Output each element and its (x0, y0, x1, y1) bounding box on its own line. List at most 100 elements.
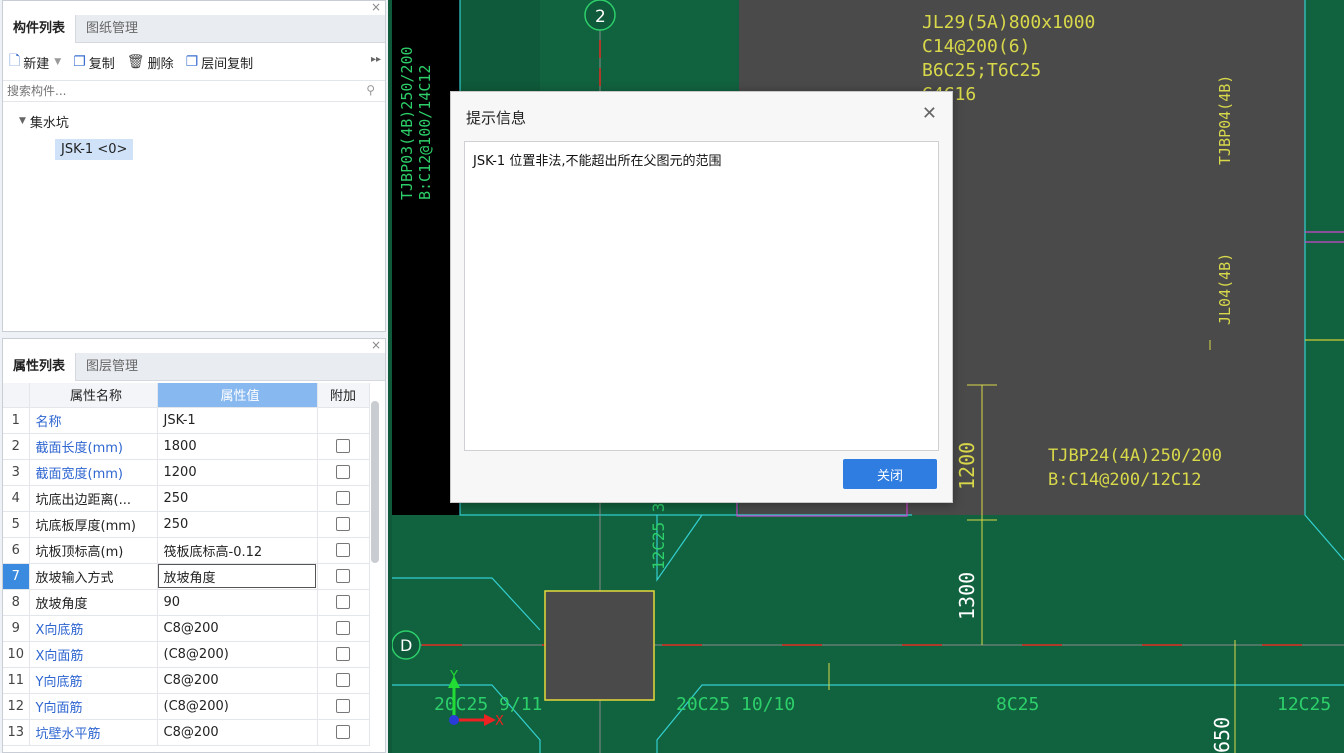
extra-checkbox[interactable] (336, 673, 350, 687)
property-value[interactable]: 250 (157, 485, 318, 512)
beam-label-left-1: TJBP03(4B)250/200 (398, 46, 416, 200)
search-icon[interactable]: ⚲ (366, 83, 375, 97)
extra-checkbox[interactable] (336, 647, 350, 661)
component-list-panel: × 构件列表 图纸管理 🗋 新建 ▼ ❐ 复制 🗑 删除 ❐ 层间复制 ▸▸ 搜… (2, 0, 386, 332)
row-index: 12 (3, 693, 30, 720)
beam-label-tjbp24: TJBP24(4A)250/200 (1048, 446, 1222, 466)
tab-drawing-management[interactable]: 图纸管理 (76, 15, 148, 43)
extra-cell (317, 693, 370, 720)
extra-cell (317, 407, 370, 434)
sump-pit-jsk1[interactable] (544, 590, 655, 701)
property-name: X向面筋 (29, 641, 158, 668)
property-name: 放坡角度 (29, 589, 158, 616)
rebar-label-vertical: 12C25 3 (649, 503, 668, 570)
property-row[interactable]: 8 放坡角度 90 (3, 589, 370, 616)
tab-component-list[interactable]: 构件列表 (3, 15, 77, 43)
property-row[interactable]: 6 坑板顶标高(m) 筏板底标高-0.12 (3, 537, 370, 564)
property-value[interactable]: 放坡角度 (157, 563, 318, 590)
beam-label-rebar: B6C25;T6C25 (922, 60, 1041, 81)
property-name: 坑板顶标高(m) (29, 537, 158, 564)
property-row[interactable]: 5 坑底板厚度(mm) 250 (3, 511, 370, 538)
tree-group-sump[interactable]: ▼ 集水坑 (3, 109, 385, 133)
property-row[interactable]: 9 X向底筋 C8@200 (3, 615, 370, 642)
component-toolbar: 🗋 新建 ▼ ❐ 复制 🗑 删除 ❐ 层间复制 ▸▸ (3, 45, 385, 79)
property-name: 截面宽度(mm) (29, 459, 158, 486)
property-row[interactable]: 13 坑壁水平筋 C8@200 (3, 719, 370, 746)
copy-button-label: 复制 (88, 56, 115, 72)
row-index: 6 (3, 537, 30, 564)
property-row[interactable]: 3 截面宽度(mm) 1200 (3, 459, 370, 486)
row-index: 10 (3, 641, 30, 668)
tab-property-list[interactable]: 属性列表 (3, 353, 77, 381)
more-tools-icon[interactable]: ▸▸ (371, 54, 381, 65)
search-input[interactable] (3, 81, 343, 101)
extra-cell (317, 511, 370, 538)
extra-checkbox[interactable] (336, 491, 350, 505)
row-index: 1 (3, 407, 30, 434)
property-value[interactable]: C8@200 (157, 667, 318, 694)
property-value[interactable]: 筏板底标高-0.12 (157, 537, 318, 564)
extra-checkbox[interactable] (336, 621, 350, 635)
property-name: 名称 (29, 407, 158, 434)
extra-cell (317, 537, 370, 564)
extra-cell (317, 615, 370, 642)
beam-label-left-2: B:C12@100/14C12 (416, 65, 434, 200)
header-index (3, 383, 30, 408)
row-index: 5 (3, 511, 30, 538)
copy-button[interactable]: ❐ 复制 (73, 53, 115, 72)
property-row[interactable]: 12 Y向面筋 (C8@200) (3, 693, 370, 720)
dialog-close-button[interactable]: 关闭 (843, 459, 937, 489)
property-value[interactable]: (C8@200) (157, 693, 318, 720)
property-scrollbar[interactable] (371, 401, 379, 563)
property-name: X向底筋 (29, 615, 158, 642)
property-value[interactable]: 90 (157, 589, 318, 616)
tree-item-jsk1[interactable]: JSK-1 <0> (55, 139, 134, 160)
extra-checkbox[interactable] (336, 725, 350, 739)
panel-close-icon[interactable]: × (371, 339, 381, 352)
new-button[interactable]: 🗋 新建 ▼ (9, 50, 61, 74)
property-value[interactable]: JSK-1 (157, 407, 318, 434)
header-extra: 附加 (317, 383, 370, 408)
property-row[interactable]: 10 X向面筋 (C8@200) (3, 641, 370, 668)
extra-checkbox[interactable] (336, 439, 350, 453)
caret-down-icon[interactable]: ▼ (19, 116, 26, 126)
delete-button[interactable]: 🗑 删除 (127, 53, 174, 72)
extra-checkbox[interactable] (336, 465, 350, 479)
beam-label-tjbp24-rebar: B:C14@200/12C12 (1048, 470, 1202, 490)
property-value[interactable]: C8@200 (157, 615, 318, 642)
tab-layer-management[interactable]: 图层管理 (76, 353, 148, 381)
property-value[interactable]: 250 (157, 511, 318, 538)
property-name: 坑底板厚度(mm) (29, 511, 158, 538)
message-dialog: 提示信息 ✕ JSK-1 位置非法,不能超出所在父图元的范围 关闭 (450, 91, 953, 503)
floor-copy-button[interactable]: ❐ 层间复制 (186, 53, 254, 72)
row-index: 4 (3, 485, 30, 512)
trash-icon: 🗑 (126, 54, 145, 70)
extra-checkbox[interactable] (336, 543, 350, 557)
row-index: 2 (3, 433, 30, 460)
property-value[interactable]: (C8@200) (157, 641, 318, 668)
property-value[interactable]: C8@200 (157, 719, 318, 746)
chevron-down-icon[interactable]: ▼ (54, 57, 61, 67)
header-property-name: 属性名称 (29, 383, 158, 408)
row-index: 8 (3, 589, 30, 616)
property-value[interactable]: 1200 (157, 459, 318, 486)
extra-checkbox[interactable] (336, 569, 350, 583)
property-row[interactable]: 1 名称 JSK-1 (3, 407, 370, 434)
property-value[interactable]: 1800 (157, 433, 318, 460)
close-icon[interactable]: ✕ (922, 103, 937, 124)
search-row: ⚲ (3, 80, 385, 102)
property-row[interactable]: 2 截面长度(mm) 1800 (3, 433, 370, 460)
property-row[interactable]: 7 放坡输入方式 放坡角度 (3, 563, 370, 590)
extra-cell (317, 433, 370, 460)
panel-close-icon[interactable]: × (371, 1, 381, 14)
row-index: 13 (3, 719, 30, 746)
extra-checkbox[interactable] (336, 517, 350, 531)
rebar-label-8c25: 8C25 (996, 694, 1039, 715)
row-index: 11 (3, 667, 30, 694)
property-row[interactable]: 4 坑底出边距离(... 250 (3, 485, 370, 512)
ucs-origin-icon (449, 715, 459, 725)
rebar-label-bottom-left: 20C25 9/11 (434, 694, 542, 715)
extra-checkbox[interactable] (336, 699, 350, 713)
extra-checkbox[interactable] (336, 595, 350, 609)
property-row[interactable]: 11 Y向底筋 C8@200 (3, 667, 370, 694)
